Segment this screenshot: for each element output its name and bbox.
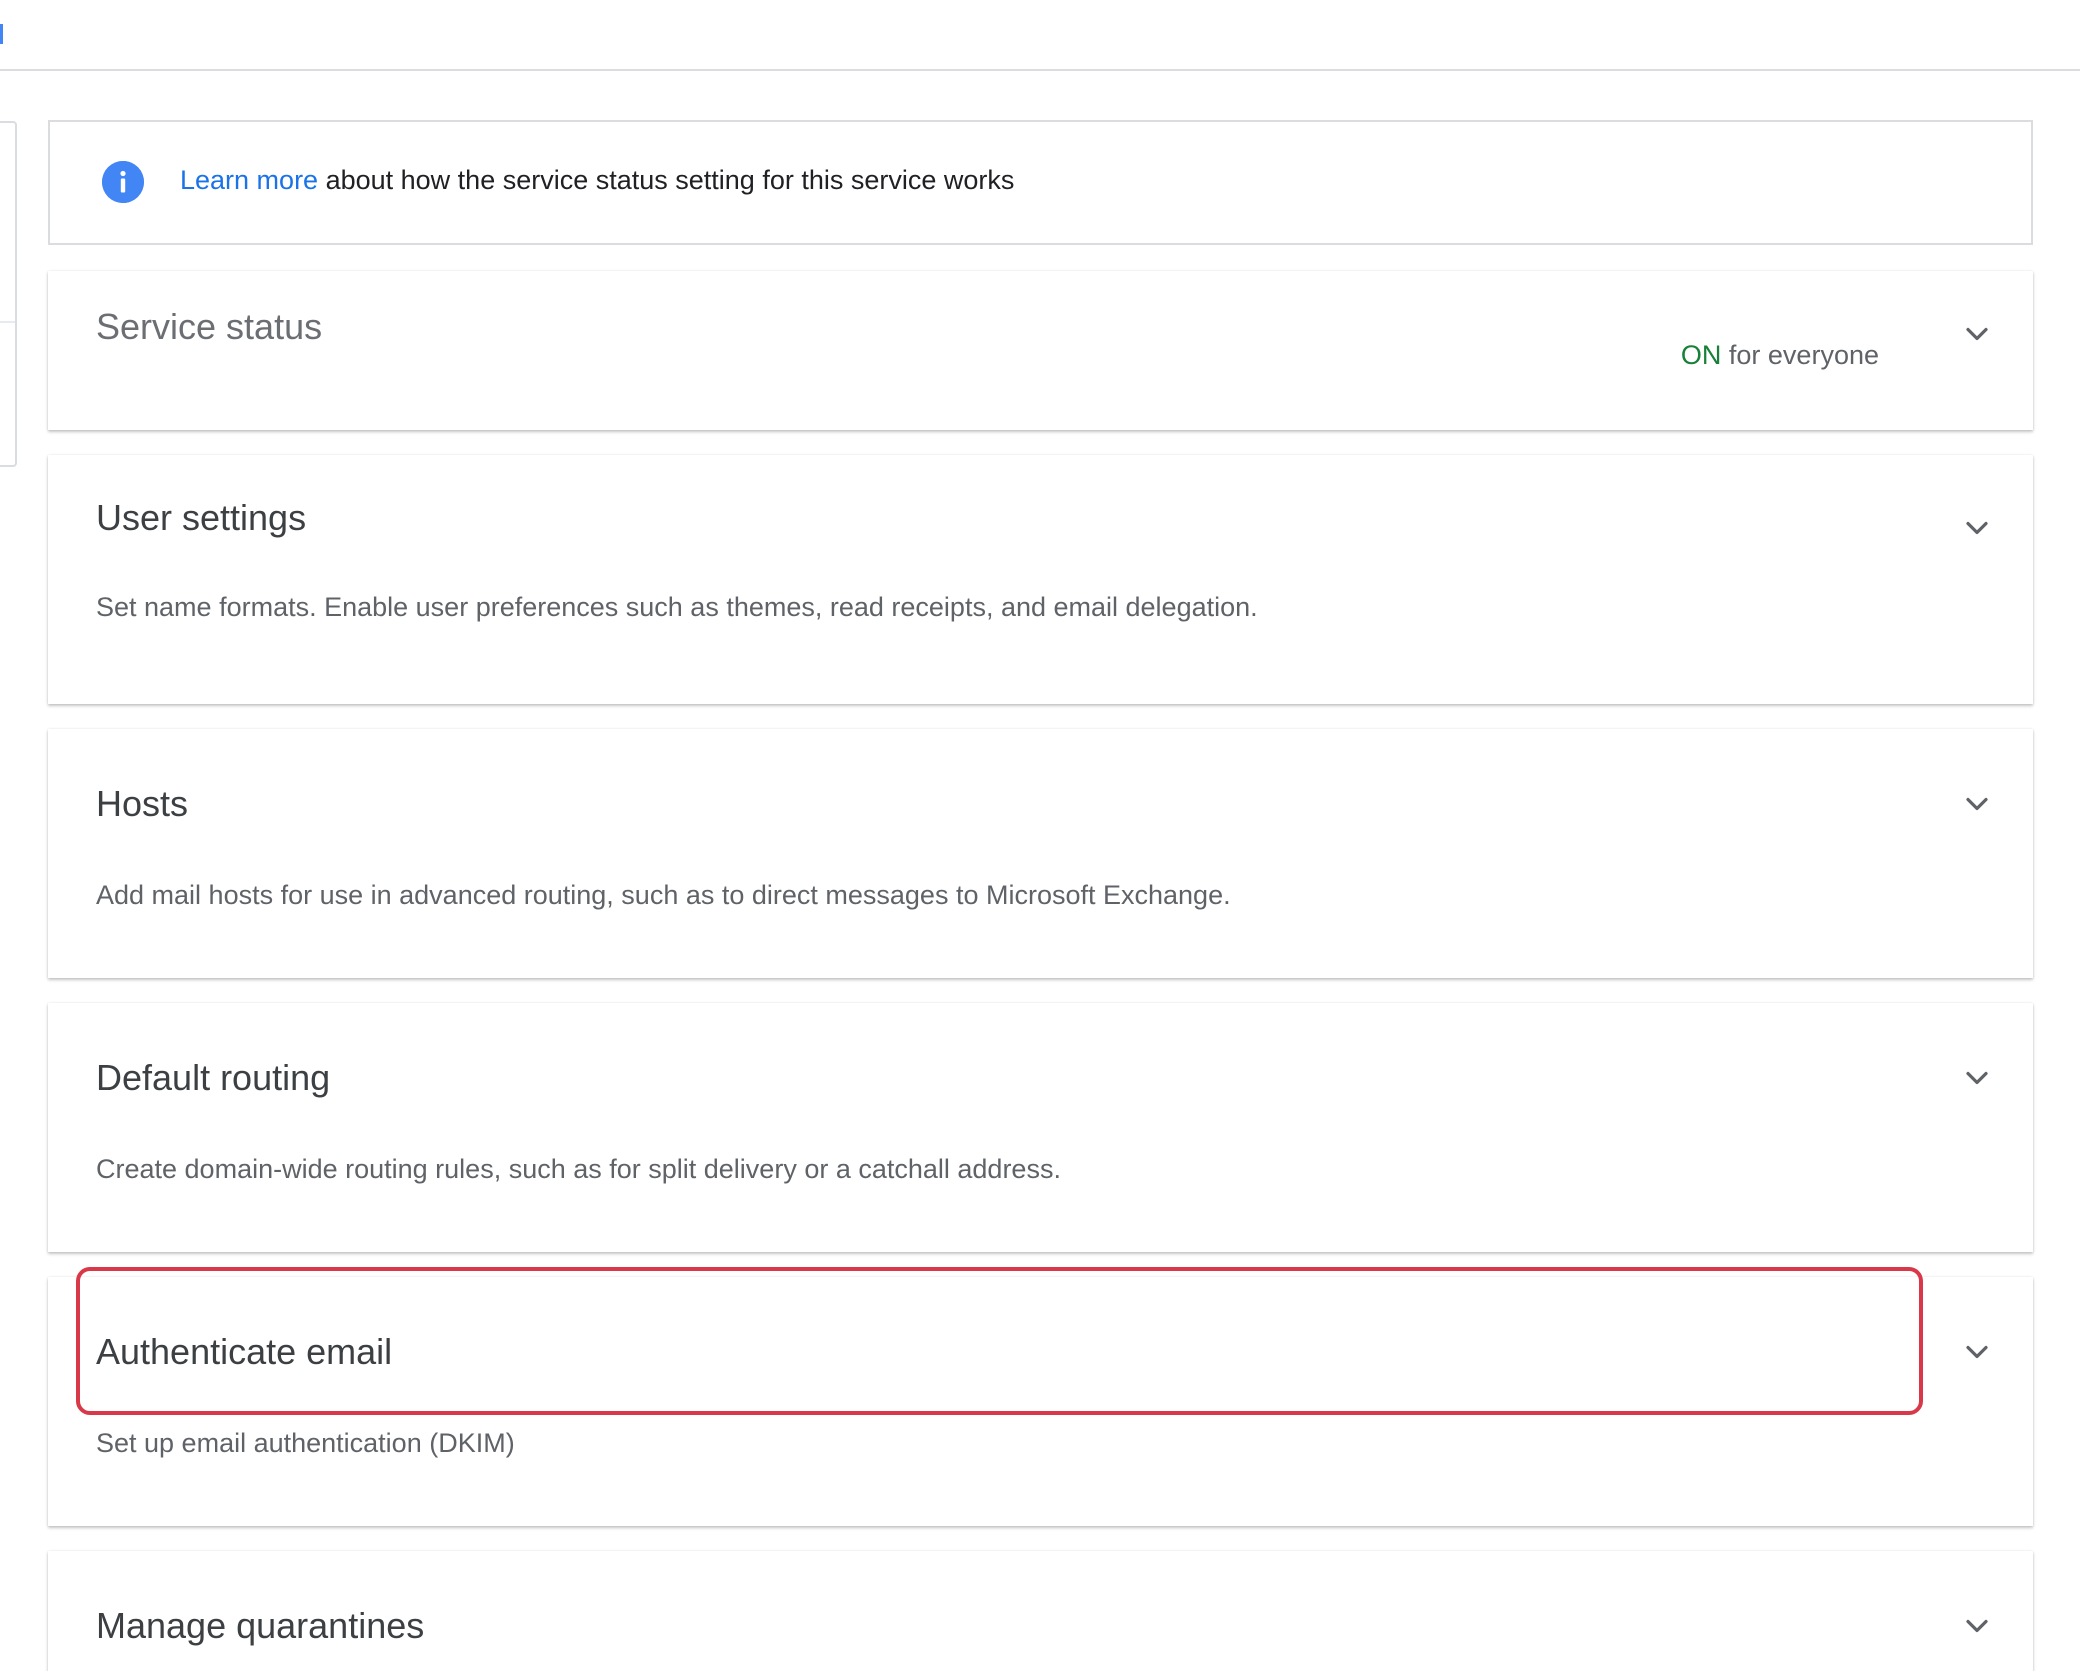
info-icon <box>102 161 144 203</box>
chevron-down-icon[interactable] <box>1959 1060 1995 1096</box>
service-status-title: Service status <box>96 306 323 347</box>
chevron-down-icon[interactable] <box>1959 1608 1995 1644</box>
user-settings-card[interactable]: User settings Set name formats. Enable u… <box>48 455 2033 704</box>
service-status-value: ON for everyone <box>1681 337 1879 373</box>
service-status-card[interactable]: Service status ON for everyone <box>48 271 2033 430</box>
default-routing-description: Create domain-wide routing rules, such a… <box>96 1154 1061 1184</box>
status-scope-label: for everyone <box>1721 340 1879 370</box>
default-routing-title: Default routing <box>96 1057 331 1098</box>
left-panel-divider <box>0 321 15 323</box>
authenticate-email-description: Set up email authentication (DKIM) <box>96 1428 515 1458</box>
active-tab-indicator <box>0 24 3 44</box>
chevron-down-icon[interactable] <box>1959 786 1995 822</box>
chevron-down-icon[interactable] <box>1959 510 1995 546</box>
hosts-description: Add mail hosts for use in advanced routi… <box>96 880 1231 910</box>
left-panel <box>0 121 17 467</box>
top-bar <box>0 0 2080 71</box>
learn-more-link[interactable]: Learn more <box>180 165 318 195</box>
user-settings-description: Set name formats. Enable user preference… <box>96 592 1258 622</box>
info-message: about how the service status setting for… <box>318 165 1015 195</box>
chevron-down-icon[interactable] <box>1959 1334 1995 1370</box>
authenticate-email-card[interactable]: Authenticate email Set up email authenti… <box>48 1267 2033 1526</box>
manage-quarantines-card[interactable]: Manage quarantines <box>48 1551 2033 1671</box>
chevron-down-icon[interactable] <box>1959 316 1995 352</box>
user-settings-title: User settings <box>96 497 307 538</box>
manage-quarantines-title: Manage quarantines <box>96 1605 425 1646</box>
settings-content: Learn more about how the service status … <box>48 120 2033 1671</box>
status-on-label: ON <box>1680 340 1722 370</box>
authenticate-email-title: Authenticate email <box>96 1331 393 1372</box>
info-banner: Learn more about how the service status … <box>48 120 2033 245</box>
hosts-title: Hosts <box>96 783 189 824</box>
info-text: Learn more about how the service status … <box>180 160 1014 200</box>
hosts-card[interactable]: Hosts Add mail hosts for use in advanced… <box>48 729 2033 978</box>
default-routing-card[interactable]: Default routing Create domain-wide routi… <box>48 1003 2033 1252</box>
